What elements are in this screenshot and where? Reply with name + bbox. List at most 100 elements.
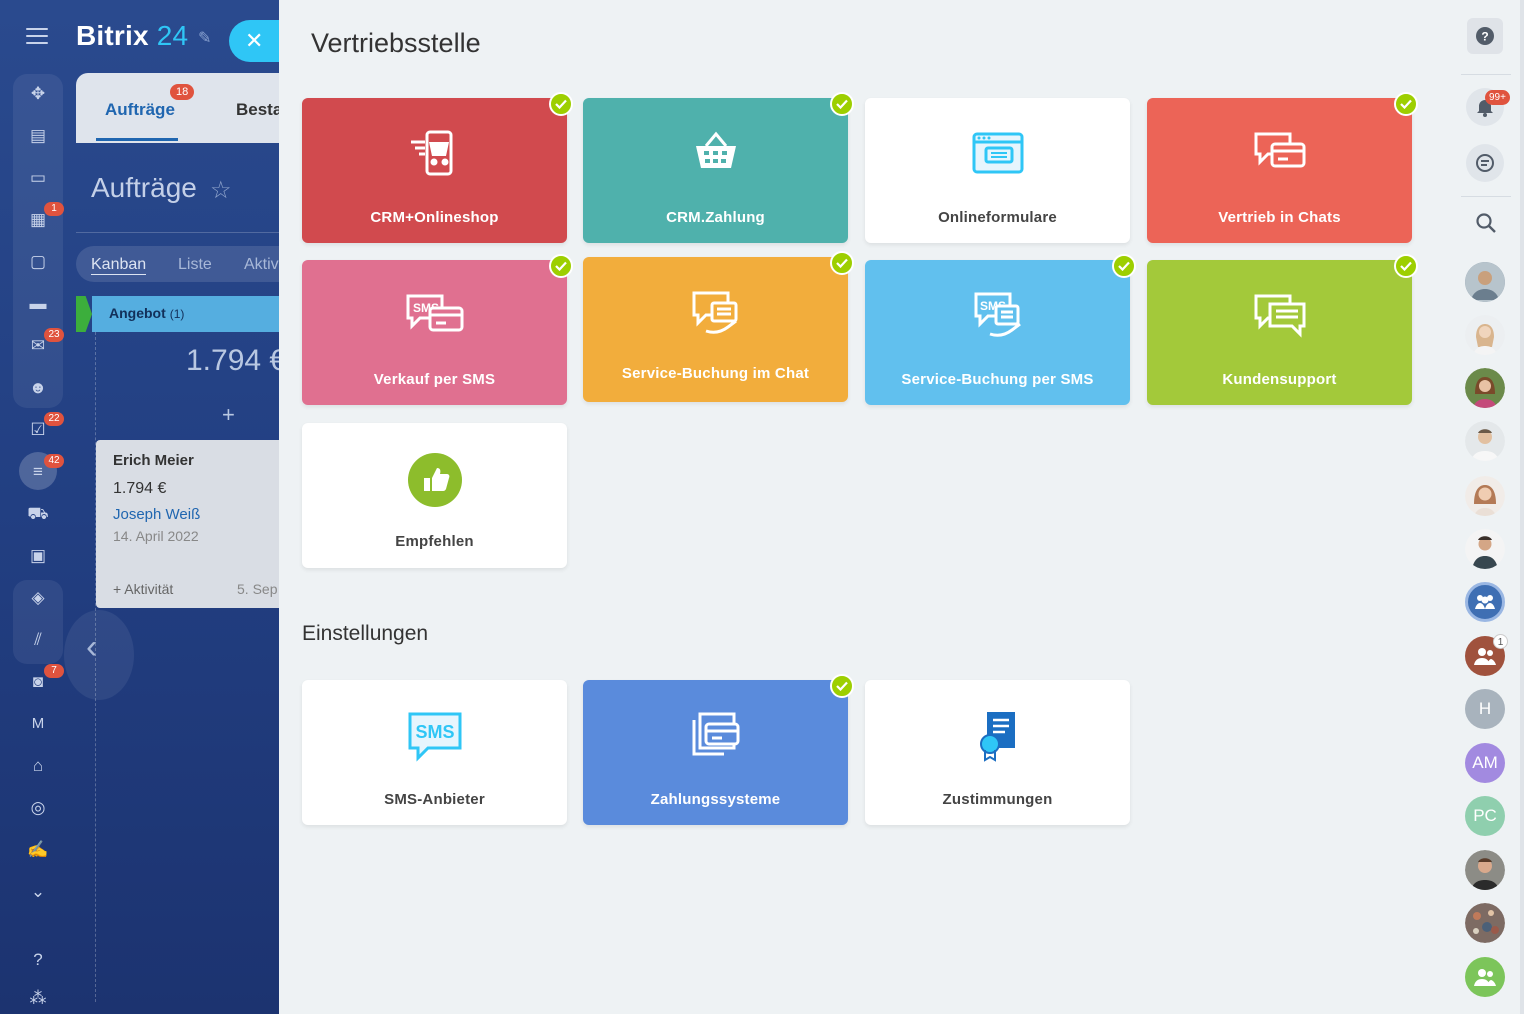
avatar[interactable] bbox=[1465, 850, 1505, 890]
tile-label: Kundensupport bbox=[1222, 371, 1337, 388]
view-liste[interactable]: Liste bbox=[178, 256, 212, 274]
check-icon bbox=[549, 254, 573, 278]
avatar-pc[interactable]: PC bbox=[1465, 796, 1505, 836]
marketing-icon[interactable]: ⫽ bbox=[24, 626, 52, 654]
chat-icon[interactable]: ▭ bbox=[24, 164, 52, 192]
network-icon[interactable]: ⁂ bbox=[24, 984, 52, 1012]
docs-icon[interactable]: ▢ bbox=[24, 248, 52, 276]
feed-icon[interactable]: ✥ bbox=[24, 80, 52, 108]
background-page-title: Aufträge bbox=[91, 172, 197, 203]
sign-icon[interactable]: ✍ bbox=[24, 836, 52, 864]
check-icon bbox=[830, 92, 854, 116]
deal-date: 14. April 2022 bbox=[113, 528, 199, 544]
avatar[interactable] bbox=[1465, 476, 1505, 516]
deal-contact-link[interactable]: Joseph Weiß bbox=[113, 506, 200, 523]
cart-phone-icon bbox=[302, 128, 567, 180]
tab-orders[interactable]: Aufträge bbox=[105, 100, 175, 120]
avatar[interactable] bbox=[1465, 315, 1505, 355]
basket-icon bbox=[583, 128, 848, 180]
tile-sms-anbieter[interactable]: SMS SMS-Anbieter bbox=[302, 680, 567, 825]
tile-service-buchung-im-chat[interactable]: Service-Buchung im Chat bbox=[583, 251, 854, 402]
scrollbar[interactable] bbox=[1520, 0, 1524, 1014]
sms-icon: SMS bbox=[302, 710, 567, 762]
check-icon bbox=[1112, 254, 1136, 278]
tile-crm-zahlung[interactable]: CRM.Zahlung bbox=[583, 92, 854, 243]
shop-cart-icon[interactable]: ⛟ bbox=[24, 500, 52, 528]
deal-amount: 1.794 € bbox=[113, 480, 167, 497]
tile-label: Zustimmungen bbox=[942, 791, 1053, 808]
orders-badge: 18 bbox=[170, 84, 195, 100]
add-chat-button[interactable] bbox=[1465, 957, 1505, 997]
check-icon bbox=[1394, 254, 1418, 278]
inventory-icon[interactable]: ◈ bbox=[24, 584, 52, 612]
stage-label: Angebot (1) bbox=[109, 305, 184, 321]
company-icon[interactable]: ⌂ bbox=[24, 752, 52, 780]
tile-zustimmungen[interactable]: Zustimmungen bbox=[865, 680, 1130, 825]
tile-verkauf-per-sms[interactable]: SMS Verkauf per SMS bbox=[302, 254, 573, 405]
mail-badge: 23 bbox=[44, 328, 64, 342]
check-icon bbox=[549, 92, 573, 116]
hamburger-menu-icon[interactable] bbox=[26, 28, 48, 46]
stage-name: Angebot bbox=[109, 305, 166, 321]
avatar[interactable] bbox=[1465, 262, 1505, 302]
more-icon[interactable]: ⌄ bbox=[24, 878, 52, 906]
sms-card-icon: SMS bbox=[302, 290, 567, 342]
left-menu: ✥ ▤ ▭ ▦ 1 ▢ ▬ ✉ 23 ☻ ☑ 22 ≡ 42 ⛟ ▣ ◈ ⫽ ◙… bbox=[0, 0, 76, 1014]
contact-card-icon[interactable]: ▣ bbox=[24, 542, 52, 570]
tile-label: Onlineformulare bbox=[938, 209, 1057, 226]
check-icon bbox=[830, 251, 854, 275]
avatar-group-chat[interactable] bbox=[1465, 582, 1505, 622]
news-icon[interactable]: ▤ bbox=[24, 122, 52, 150]
view-kanban[interactable]: Kanban bbox=[91, 256, 147, 275]
tile-label: Zahlungssysteme bbox=[650, 791, 781, 808]
avatar-am[interactable]: AM bbox=[1465, 743, 1505, 783]
star-icon[interactable]: ☆ bbox=[210, 176, 232, 205]
drive-icon[interactable]: ▬ bbox=[24, 290, 52, 318]
tile-label: Vertrieb in Chats bbox=[1218, 209, 1341, 226]
stage-count: (1) bbox=[169, 307, 185, 321]
group-badge: 1 bbox=[1493, 634, 1508, 649]
add-deal-button[interactable]: + bbox=[222, 402, 235, 428]
avatar[interactable] bbox=[1465, 421, 1505, 461]
tile-empfehlen[interactable]: Empfehlen bbox=[302, 423, 567, 568]
tile-label: Service-Buchung im Chat bbox=[621, 365, 810, 382]
tile-kundensupport[interactable]: Kundensupport bbox=[1147, 254, 1418, 405]
stage-marker bbox=[76, 296, 92, 332]
question-icon: ? bbox=[1476, 27, 1494, 45]
logo-text: Bitrix bbox=[76, 20, 149, 51]
sales-badge: 42 bbox=[44, 454, 64, 468]
web-form-icon bbox=[865, 128, 1130, 180]
bitrix-logo[interactable]: Bitrix 24 bbox=[76, 20, 188, 52]
avatar[interactable] bbox=[1465, 903, 1505, 943]
tab-next[interactable]: Besta bbox=[236, 100, 282, 120]
team-icon[interactable]: ☻ bbox=[24, 374, 52, 402]
help-icon[interactable]: ? bbox=[24, 946, 52, 974]
tile-vertrieb-in-chats[interactable]: Vertrieb in Chats bbox=[1147, 92, 1418, 243]
add-activity-link[interactable]: + Aktivität bbox=[113, 581, 173, 597]
sms-icon-text: SMS bbox=[415, 722, 454, 742]
tile-onlineformulare[interactable]: Onlineformulare bbox=[865, 98, 1130, 243]
avatar[interactable] bbox=[1465, 368, 1505, 408]
view-aktiv[interactable]: Aktiv bbox=[244, 256, 279, 274]
tile-label: CRM.Zahlung bbox=[666, 209, 765, 226]
tile-service-buchung-per-sms[interactable]: SMS Service-Buchung per SMS bbox=[865, 254, 1136, 405]
help-button[interactable]: ? bbox=[1467, 18, 1503, 54]
thumbs-up-icon bbox=[302, 453, 567, 507]
tile-zahlungssysteme[interactable]: Zahlungssysteme bbox=[583, 674, 854, 825]
chevron-left-icon[interactable]: ‹ bbox=[64, 610, 134, 700]
m-icon[interactable]: M bbox=[24, 710, 52, 738]
avatar-h[interactable]: H bbox=[1465, 689, 1505, 729]
check-icon bbox=[1394, 92, 1418, 116]
messenger-button[interactable] bbox=[1466, 144, 1504, 182]
settings-heading: Einstellungen bbox=[302, 622, 429, 645]
avatar[interactable] bbox=[1465, 529, 1505, 569]
deal-activity-date: 5. Sep bbox=[237, 581, 278, 597]
support-chat-icon bbox=[1147, 290, 1412, 342]
target-icon[interactable]: ◎ bbox=[24, 794, 52, 822]
right-rail: ? 99+ 1 H AM PC bbox=[1461, 0, 1524, 1014]
search-icon[interactable] bbox=[1475, 212, 1497, 239]
separator bbox=[1461, 196, 1511, 197]
tile-crm-onlineshop[interactable]: CRM+Onlineshop bbox=[302, 92, 573, 243]
svg-text:?: ? bbox=[1481, 30, 1488, 44]
pencil-icon[interactable]: ✎ bbox=[198, 28, 211, 48]
